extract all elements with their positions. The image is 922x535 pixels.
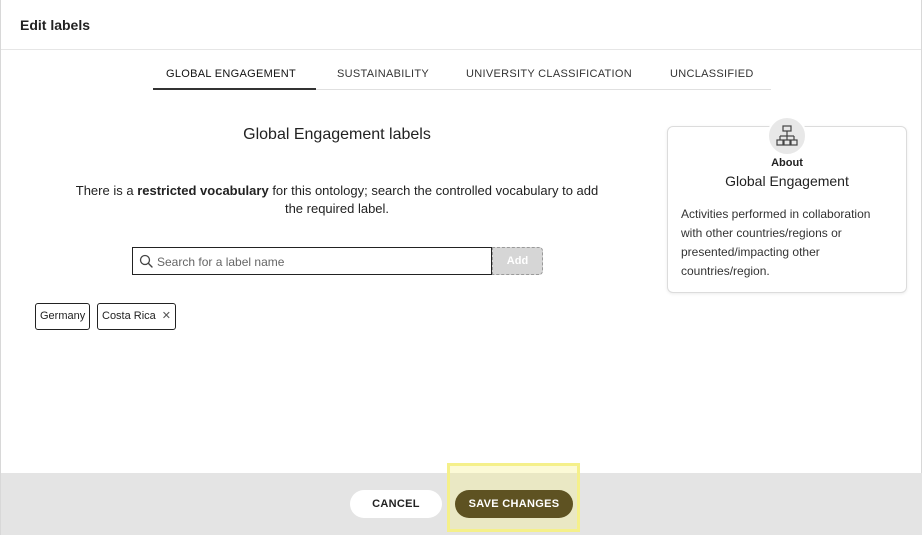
dialog-title: Edit labels (20, 17, 91, 33)
active-tab-indicator (153, 88, 316, 90)
desc-bold: restricted vocabulary (137, 183, 269, 198)
remove-chip-icon[interactable]: ✕ (162, 304, 171, 329)
dialog-header: Edit labels (1, 0, 921, 50)
label-chip-costa-rica: Costa Rica ✕ (97, 303, 177, 330)
search-box (132, 247, 492, 275)
vocabulary-description: There is a restricted vocabulary for thi… (67, 182, 607, 218)
label-chip-germany: Germany (35, 303, 91, 330)
chip-label: Germany (40, 310, 86, 322)
save-changes-button[interactable]: SAVE CHANGES (455, 490, 573, 518)
tab-bar: GLOBAL ENGAGEMENT SUSTAINABILITY UNIVERS… (153, 66, 771, 90)
search-input[interactable] (155, 251, 489, 273)
cancel-button[interactable]: CANCEL (350, 490, 442, 518)
tab-unclassified[interactable]: UNCLASSIFIED (670, 68, 754, 80)
desc-suffix: for this ontology; search the controlled… (268, 183, 599, 216)
tab-university-classification[interactable]: UNIVERSITY CLASSIFICATION (466, 68, 632, 80)
desc-prefix: There is a (75, 183, 138, 198)
search-icon (139, 254, 153, 268)
about-label: About (771, 157, 803, 169)
edit-labels-dialog: Edit labels GLOBAL ENGAGEMENT SUSTAINABI… (0, 0, 922, 535)
chip-label: Costa Rica (102, 310, 156, 322)
about-title: Global Engagement (725, 173, 849, 189)
hierarchy-icon (767, 116, 807, 156)
section-title: Global Engagement labels (243, 126, 431, 143)
tab-global-engagement[interactable]: GLOBAL ENGAGEMENT (166, 68, 296, 80)
tab-sustainability[interactable]: SUSTAINABILITY (337, 68, 429, 80)
add-button[interactable]: Add (492, 247, 543, 275)
about-description: Activities performed in collaboration wi… (681, 207, 871, 278)
